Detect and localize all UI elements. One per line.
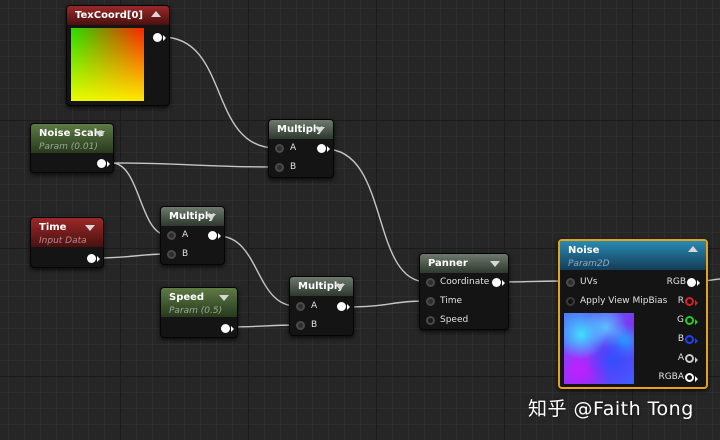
node-panner[interactable]: Panner Coordinate Time Speed: [419, 253, 509, 330]
output-pin-b-icon[interactable]: [685, 335, 698, 344]
node-header: Speed Param (0.5): [161, 288, 237, 317]
input-pin-coordinate-icon[interactable]: [426, 278, 435, 287]
wire-noisescale-multiply2: [111, 162, 168, 236]
collapse-triangle-icon[interactable]: [335, 284, 345, 290]
node-title: Speed: [169, 292, 205, 303]
pin-label-a: A: [182, 230, 189, 240]
watermark-text: 知乎 @Faith Tong: [528, 398, 694, 420]
collapse-triangle-icon[interactable]: [151, 11, 161, 17]
node-multiply-3[interactable]: Multiply A B: [289, 276, 354, 336]
node-header: Panner: [420, 254, 508, 273]
node-header: Multiply: [161, 207, 224, 226]
output-pin-r-icon[interactable]: [685, 297, 698, 306]
node-subtitle: Param (0.01): [39, 142, 98, 152]
collapse-triangle-icon[interactable]: [206, 214, 216, 220]
pin-label-coordinate: Coordinate: [440, 277, 490, 287]
pin-label-b: B: [290, 162, 297, 172]
node-texcoord[interactable]: TexCoord[0]: [66, 5, 170, 106]
node-title: Time: [39, 222, 67, 233]
wire-time-multiply2: [97, 253, 168, 259]
output-pin-icon[interactable]: [153, 33, 166, 42]
node-multiply-1[interactable]: Multiply A B: [268, 119, 334, 178]
output-pin-icon[interactable]: [317, 144, 330, 153]
input-pin-speed-icon[interactable]: [426, 316, 435, 325]
pin-label-time: Time: [440, 296, 463, 306]
node-header: Noise Scale Param (0.01): [31, 124, 113, 153]
pin-label-a: A: [290, 143, 297, 153]
output-pin-icon[interactable]: [492, 278, 505, 287]
node-header: TexCoord[0]: [67, 6, 169, 25]
input-pin-b-icon[interactable]: [296, 321, 305, 330]
node-title: Noise: [568, 245, 600, 256]
node-title: TexCoord[0]: [75, 10, 143, 21]
wire-multiply1-panner: [324, 148, 428, 283]
node-title: Panner: [428, 258, 468, 269]
output-pin-icon[interactable]: [208, 231, 221, 240]
output-pin-a-icon[interactable]: [685, 354, 698, 363]
output-pin-icon[interactable]: [337, 302, 350, 311]
material-graph-canvas[interactable]: TexCoord[0] Noise Scale Param (0.01) Tim…: [0, 0, 720, 440]
wire-multiply3-panner: [345, 300, 428, 308]
wire-noisescale-multiply1: [111, 162, 277, 168]
output-pin-rgba-icon[interactable]: [685, 373, 698, 382]
output-pin-g-icon[interactable]: [685, 316, 698, 325]
noise-preview: [564, 313, 634, 384]
pin-label-r: R: [677, 296, 684, 306]
node-header: Noise Param2D: [560, 241, 706, 270]
node-header: Time Input Data: [31, 218, 103, 247]
node-subtitle: Param2D: [568, 259, 610, 269]
input-pin-uvs-icon[interactable]: [566, 278, 575, 287]
node-header: Multiply: [269, 120, 333, 139]
input-pin-b-icon[interactable]: [275, 163, 284, 172]
pin-label-uvs: UVs: [580, 277, 598, 287]
node-header: Multiply: [290, 277, 353, 296]
pin-label-rgb: RGB: [666, 277, 686, 287]
pin-label-b: B: [182, 249, 189, 259]
collapse-triangle-icon[interactable]: [219, 295, 229, 301]
node-subtitle: Param (0.5): [169, 306, 223, 316]
pin-label-g: G: [677, 315, 684, 325]
pin-label-rgba: RGBA: [658, 372, 684, 382]
node-time[interactable]: Time Input Data: [30, 217, 104, 268]
input-pin-a-icon[interactable]: [296, 302, 305, 311]
pin-label-b: B: [311, 320, 318, 330]
node-noise[interactable]: Noise Param2D UVs Apply View MipBias RGB…: [558, 239, 708, 389]
output-pin-icon[interactable]: [97, 159, 110, 168]
pin-label-speed: Speed: [440, 315, 469, 325]
node-noise-scale[interactable]: Noise Scale Param (0.01): [30, 123, 114, 173]
node-subtitle: Input Data: [39, 236, 87, 246]
collapse-triangle-icon[interactable]: [95, 131, 105, 137]
output-pin-icon[interactable]: [87, 254, 100, 263]
wire-texcoord-multiply1: [161, 36, 277, 149]
input-pin-a-icon[interactable]: [167, 231, 176, 240]
collapse-triangle-icon[interactable]: [688, 246, 698, 252]
pin-label-mipbias: Apply View MipBias: [580, 296, 668, 306]
node-multiply-2[interactable]: Multiply A B: [160, 206, 225, 265]
input-pin-a-icon[interactable]: [275, 144, 284, 153]
collapse-triangle-icon[interactable]: [490, 261, 500, 267]
wire-speed-multiply3: [229, 324, 297, 328]
input-pin-b-icon[interactable]: [167, 250, 176, 259]
pin-label-a: A: [677, 353, 684, 363]
output-pin-icon[interactable]: [221, 324, 234, 333]
node-speed[interactable]: Speed Param (0.5): [160, 287, 238, 338]
texcoord-preview: [71, 28, 144, 101]
pin-label-b: B: [677, 334, 684, 344]
input-pin-time-icon[interactable]: [426, 297, 435, 306]
pin-label-a: A: [311, 301, 318, 311]
collapse-triangle-icon[interactable]: [315, 127, 325, 133]
collapse-triangle-icon[interactable]: [85, 225, 95, 231]
output-pin-rgb-icon[interactable]: [687, 278, 700, 287]
input-pin-mipbias-icon[interactable]: [566, 297, 575, 306]
